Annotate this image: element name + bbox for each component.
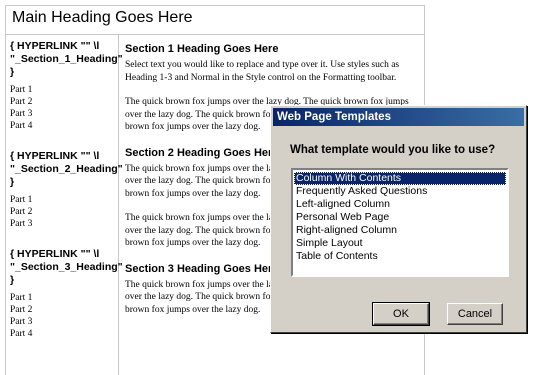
web-page-templates-dialog: Web Page Templates What template would y… xyxy=(270,105,527,333)
main-heading: Main Heading Goes Here xyxy=(12,9,193,26)
template-option[interactable]: Left-aligned Column xyxy=(294,198,506,211)
part-link[interactable]: Part 4 xyxy=(10,120,116,132)
part-link[interactable]: Part 2 xyxy=(10,96,116,108)
part-link[interactable]: Part 3 xyxy=(10,316,116,328)
template-option[interactable]: Frequently Asked Questions xyxy=(294,185,506,198)
template-option[interactable]: Right-aligned Column xyxy=(294,224,506,237)
dialog-title: Web Page Templates xyxy=(277,111,391,123)
section-1-hyperlink[interactable]: { HYPERLINK "" \l "_Section_1_Heading" } xyxy=(10,40,123,79)
nav-group-section-2: { HYPERLINK "" \l "_Section_2_Heading" }… xyxy=(10,150,123,230)
dialog-prompt: What template would you like to use? xyxy=(290,144,496,156)
template-listbox[interactable]: Column With Contents Frequently Asked Qu… xyxy=(291,168,509,277)
template-option[interactable]: Table of Contents xyxy=(294,250,506,263)
contents-column: { HYPERLINK "" \l "_Section_1_Heading" }… xyxy=(10,40,123,358)
body-paragraph: Select text you would like to replace an… xyxy=(125,60,400,83)
section-2-hyperlink[interactable]: { HYPERLINK "" \l "_Section_2_Heading" } xyxy=(10,150,123,189)
cancel-button[interactable]: Cancel xyxy=(447,303,503,325)
column-divider xyxy=(118,34,119,375)
part-link[interactable]: Part 1 xyxy=(10,194,116,206)
part-link[interactable]: Part 1 xyxy=(10,292,116,304)
heading-divider xyxy=(6,34,424,35)
part-link[interactable]: Part 3 xyxy=(10,218,116,230)
part-link[interactable]: Part 2 xyxy=(10,206,116,218)
template-option-selected[interactable]: Column With Contents xyxy=(294,172,506,185)
nav-group-section-1: { HYPERLINK "" \l "_Section_1_Heading" }… xyxy=(10,40,123,132)
part-link[interactable]: Part 4 xyxy=(10,328,116,340)
nav-group-section-3: { HYPERLINK "" \l "_Section_3_Heading" }… xyxy=(10,248,123,340)
template-option[interactable]: Personal Web Page xyxy=(294,211,506,224)
section-3-hyperlink[interactable]: { HYPERLINK "" \l "_Section_3_Heading" } xyxy=(10,248,123,287)
part-link[interactable]: Part 3 xyxy=(10,108,116,120)
part-link[interactable]: Part 2 xyxy=(10,304,116,316)
template-option[interactable]: Simple Layout xyxy=(294,237,506,250)
dialog-title-bar[interactable]: Web Page Templates xyxy=(273,108,524,126)
part-link[interactable]: Part 1 xyxy=(10,84,116,96)
section-heading: Section 1 Heading Goes Here xyxy=(125,43,279,55)
ok-button[interactable]: OK xyxy=(372,302,430,326)
